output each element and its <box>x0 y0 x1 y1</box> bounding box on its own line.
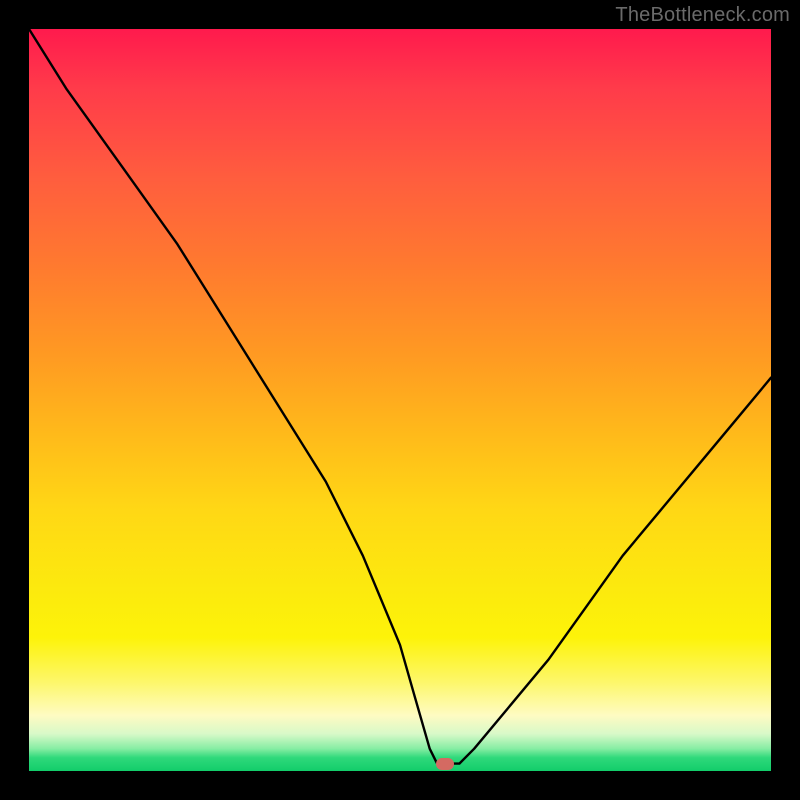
bottleneck-curve <box>29 29 771 771</box>
plot-area <box>29 29 771 771</box>
optimal-point-marker <box>436 758 454 770</box>
chart-stage: TheBottleneck.com <box>0 0 800 800</box>
watermark-text: TheBottleneck.com <box>615 4 790 27</box>
